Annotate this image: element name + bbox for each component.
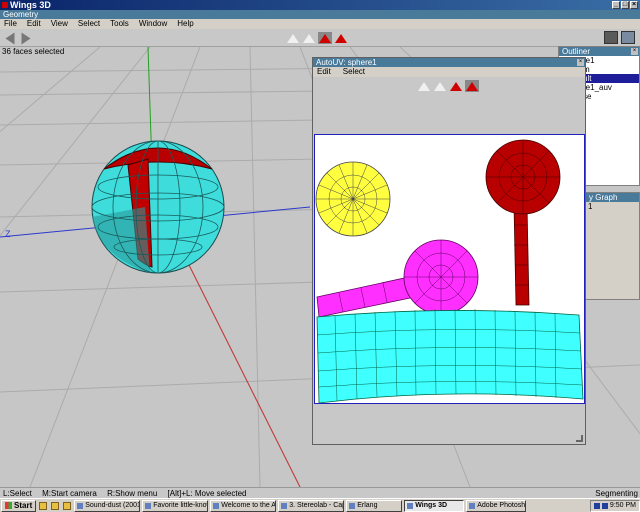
uv-canvas[interactable]: [314, 134, 585, 404]
uv-island-yellow[interactable]: [315, 161, 391, 237]
geometry-graph-title: y Graph: [586, 193, 639, 202]
close-button[interactable]: ×: [630, 1, 638, 9]
body-mode-icon[interactable]: [334, 32, 348, 44]
uv-island-magenta[interactable]: [316, 239, 479, 318]
hint-bar: L:Select M:Start camera R:Show menu [Alt…: [0, 487, 640, 498]
autouv-close-icon[interactable]: ×: [577, 59, 584, 66]
app-title: Wings 3D: [10, 0, 51, 10]
face-mode-icon[interactable]: [318, 32, 332, 44]
resize-grip-icon[interactable]: [576, 435, 583, 442]
main-toolbar: [0, 29, 640, 47]
selection-status: 36 faces selected: [2, 47, 65, 56]
menu-file[interactable]: File: [4, 19, 17, 29]
task-button-active[interactable]: Wings 3D: [404, 499, 465, 512]
autouv-menu-select[interactable]: Select: [343, 67, 365, 77]
main-menubar: File Edit View Select Tools Window Help: [0, 19, 640, 29]
geometry-graph-row[interactable]: 1: [586, 202, 639, 211]
outliner-close-icon[interactable]: ×: [631, 48, 638, 55]
smooth-preview-icon[interactable]: [604, 31, 618, 44]
system-tray: 9:50 PM: [589, 499, 640, 512]
uv-body-mode-icon[interactable]: [465, 80, 479, 92]
task-button[interactable]: Welcome to the Art ...: [210, 499, 277, 512]
geometry-window-title: Geometry: [0, 10, 640, 19]
uv-edge-mode-icon[interactable]: [433, 80, 447, 92]
start-label: Start: [14, 500, 33, 510]
tray-icon[interactable]: [593, 502, 600, 509]
windows-logo-icon: [5, 502, 12, 509]
perspective-icon[interactable]: [621, 31, 635, 44]
edge-mode-icon[interactable]: [302, 32, 316, 44]
autouv-title: AutoUV: sphere1: [316, 58, 377, 67]
autouv-menubar: Edit Select: [313, 67, 585, 77]
start-button[interactable]: Start: [1, 499, 37, 512]
uv-islands: [315, 139, 584, 404]
tray-icon[interactable]: [601, 502, 608, 509]
task-button[interactable]: Sound-dust (2001): [74, 499, 141, 512]
menu-tools[interactable]: Tools: [110, 19, 129, 29]
menu-window[interactable]: Window: [139, 19, 167, 29]
menu-select[interactable]: Select: [78, 19, 100, 29]
clock: 9:50 PM: [609, 501, 636, 509]
app-titlebar: Wings 3D _ □ ×: [0, 0, 640, 10]
sphere-model[interactable]: [91, 140, 225, 274]
minimize-button[interactable]: _: [612, 1, 620, 9]
wings-app-icon: [2, 2, 8, 8]
windows-taskbar: Start Sound-dust (2001) Favorite little-…: [0, 498, 640, 512]
task-button[interactable]: Favorite little-know...: [142, 499, 209, 512]
quicklaunch-desktop-icon[interactable]: [63, 501, 72, 510]
hint-right: R:Show menu: [107, 489, 158, 498]
uv-face-mode-icon[interactable]: [449, 80, 463, 92]
outliner-title: Outliner: [562, 47, 591, 56]
geometry-graph-panel: y Graph 1: [585, 192, 640, 300]
maximize-button[interactable]: □: [621, 1, 629, 9]
uv-island-red[interactable]: [485, 139, 561, 306]
quicklaunch-folder-icon[interactable]: [51, 501, 60, 510]
task-button[interactable]: Erlang: [346, 499, 403, 512]
redo-icon[interactable]: [19, 32, 33, 44]
autouv-toolbar: [313, 77, 585, 95]
quicklaunch-ie-icon[interactable]: [39, 501, 48, 510]
task-button[interactable]: 3. Stereolab - Capt...: [278, 499, 345, 512]
hint-alt: [Alt]+L: Move selected: [167, 489, 247, 498]
undo-icon[interactable]: [3, 32, 17, 44]
autouv-menu-edit[interactable]: Edit: [317, 67, 331, 77]
menu-help[interactable]: Help: [177, 19, 193, 29]
autouv-window: AutoUV: sphere1 × Edit Select: [312, 57, 586, 445]
menu-view[interactable]: View: [51, 19, 68, 29]
uv-vertex-mode-icon[interactable]: [417, 80, 431, 92]
hint-middle: M:Start camera: [42, 489, 97, 498]
uv-island-cyan[interactable]: [316, 308, 584, 404]
hint-left: L:Select: [3, 489, 32, 498]
task-button[interactable]: Adobe Photoshop: [466, 499, 527, 512]
z-axis-label: Z: [5, 229, 11, 239]
vertex-mode-icon[interactable]: [286, 32, 300, 44]
menu-edit[interactable]: Edit: [27, 19, 41, 29]
